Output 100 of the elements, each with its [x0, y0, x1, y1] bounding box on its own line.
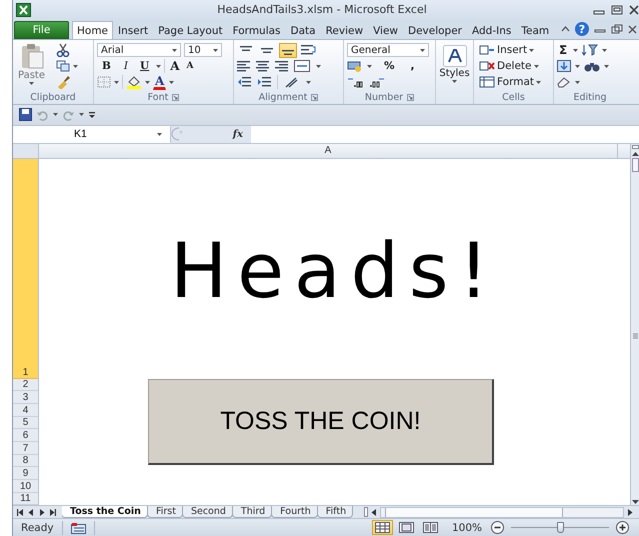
last-sheet-icon[interactable]: [50, 508, 56, 516]
caret-icon[interactable]: [452, 80, 457, 84]
row-header[interactable]: 2: [13, 378, 38, 392]
ribbon-tab[interactable]: Team: [516, 21, 554, 40]
next-sheet-icon[interactable]: [39, 508, 45, 516]
currency-icon[interactable]: [347, 60, 363, 72]
text-orientation-icon[interactable]: [284, 76, 300, 88]
caret-icon[interactable]: [73, 64, 78, 68]
row-header[interactable]: 1: [13, 158, 38, 379]
wrap-text-icon[interactable]: [300, 44, 316, 56]
shrink-font-button[interactable]: A: [184, 60, 196, 72]
caret-icon[interactable]: [420, 48, 425, 52]
sheet-tab[interactable]: Third: [232, 506, 272, 518]
increase-decimal-icon[interactable]: [347, 76, 363, 88]
file-tab[interactable]: File: [14, 21, 69, 40]
scroll-thumb-icon[interactable]: [632, 158, 638, 172]
first-sheet-icon[interactable]: [17, 508, 23, 516]
scroll-right-icon[interactable]: [627, 508, 633, 516]
caret-icon[interactable]: [29, 82, 34, 86]
row-header[interactable]: 7: [13, 442, 38, 455]
align-bottom-button[interactable]: [279, 42, 297, 58]
zoom-slider-thumb[interactable]: [557, 522, 564, 534]
row-header[interactable]: 5: [13, 416, 38, 430]
save-icon[interactable]: [19, 108, 32, 122]
binoculars-icon[interactable]: [584, 60, 600, 72]
insert-cells-button[interactable]: Insert: [477, 43, 536, 58]
row-header[interactable]: 6: [13, 429, 38, 442]
copy-icon[interactable]: [56, 60, 70, 72]
fill-color-icon[interactable]: [126, 75, 142, 90]
merge-cells-icon[interactable]: [294, 60, 310, 72]
ribbon-tab[interactable]: Formulas: [228, 21, 286, 40]
dialog-launcher-icon[interactable]: [407, 94, 414, 102]
caret-icon[interactable]: [575, 64, 580, 68]
eraser-icon[interactable]: [557, 76, 571, 88]
font-color-button[interactable]: A: [153, 74, 166, 90]
row-header[interactable]: 3: [13, 391, 38, 404]
collapse-ribbon-icon[interactable]: [561, 26, 570, 32]
split-handle-icon[interactable]: [632, 144, 638, 149]
help-button[interactable]: ?: [575, 22, 589, 36]
caret-icon[interactable]: [367, 64, 372, 68]
autosum-button[interactable]: Σ: [557, 42, 570, 58]
bold-button[interactable]: B: [97, 59, 116, 74]
caret-icon[interactable]: [306, 80, 311, 84]
caret-icon[interactable]: [602, 48, 608, 52]
align-right-icon[interactable]: [275, 60, 288, 72]
number-format-field[interactable]: General: [347, 43, 429, 58]
customize-toolbar-icon[interactable]: [88, 110, 96, 119]
format-cells-button[interactable]: Format: [477, 75, 544, 90]
caret-icon[interactable]: [604, 64, 609, 68]
previous-sheet-icon[interactable]: [28, 508, 34, 516]
align-left-icon[interactable]: [237, 60, 250, 72]
row-header[interactable]: 10: [13, 480, 38, 493]
sheet-tab[interactable]: Toss the Coin: [62, 506, 148, 518]
sheet-tab[interactable]: Fifth: [316, 506, 354, 518]
comma-button[interactable]: ,: [408, 59, 417, 74]
caret-icon[interactable]: [573, 48, 578, 52]
row-header[interactable]: 9: [13, 467, 38, 480]
close-icon[interactable]: [628, 24, 637, 34]
toss-coin-button[interactable]: TOSS THE COIN!: [148, 378, 494, 465]
ribbon-tab[interactable]: Review: [320, 21, 368, 40]
borders-icon[interactable]: [97, 76, 111, 88]
maximize-icon[interactable]: [611, 4, 623, 15]
normal-view-button[interactable]: [372, 520, 393, 536]
italic-button[interactable]: I: [118, 59, 134, 74]
grow-font-button[interactable]: A: [168, 58, 182, 74]
ribbon-tab[interactable]: Add-Ins: [467, 21, 516, 40]
caret-icon[interactable]: [157, 132, 162, 136]
formula-input-field[interactable]: [251, 126, 639, 143]
paintbrush-icon[interactable]: [56, 75, 70, 90]
sort-filter-icon[interactable]: [582, 44, 598, 56]
font-name-field[interactable]: Arial: [97, 43, 181, 58]
caret-icon[interactable]: [213, 48, 218, 52]
delete-cells-button[interactable]: Delete: [477, 59, 540, 74]
sheet-tab[interactable]: Fourth: [271, 506, 318, 518]
font-size-field[interactable]: 10: [184, 43, 222, 58]
align-center-icon[interactable]: [256, 60, 269, 72]
decrease-indent-icon[interactable]: [237, 76, 251, 88]
zoom-level[interactable]: 100%: [452, 522, 482, 534]
scissors-icon[interactable]: [56, 43, 70, 58]
ribbon-tab[interactable]: Home: [72, 21, 114, 40]
restore-icon[interactable]: [611, 24, 623, 34]
caret-icon[interactable]: [114, 80, 119, 84]
fill-down-icon[interactable]: [557, 60, 571, 72]
caret-icon[interactable]: [534, 64, 538, 68]
name-box[interactable]: K1: [13, 126, 171, 143]
caret-icon[interactable]: [169, 80, 174, 84]
ribbon-tab[interactable]: Data: [286, 21, 321, 40]
sheet-tab[interactable]: First: [146, 506, 183, 518]
insert-function-button[interactable]: fx: [230, 128, 245, 141]
zoom-in-icon[interactable]: [616, 521, 629, 534]
caret-icon[interactable]: [529, 48, 534, 52]
split-handle-icon[interactable]: [364, 507, 368, 518]
caret-icon[interactable]: [172, 48, 177, 52]
scroll-thumb[interactable]: [385, 508, 563, 517]
increase-indent-icon[interactable]: [257, 76, 271, 88]
close-icon[interactable]: [629, 4, 639, 15]
row-header[interactable]: 4: [13, 404, 38, 417]
decrease-decimal-icon[interactable]: [369, 76, 385, 88]
ribbon-tab[interactable]: Page Layout: [153, 21, 228, 40]
dialog-launcher-icon[interactable]: [311, 94, 318, 102]
